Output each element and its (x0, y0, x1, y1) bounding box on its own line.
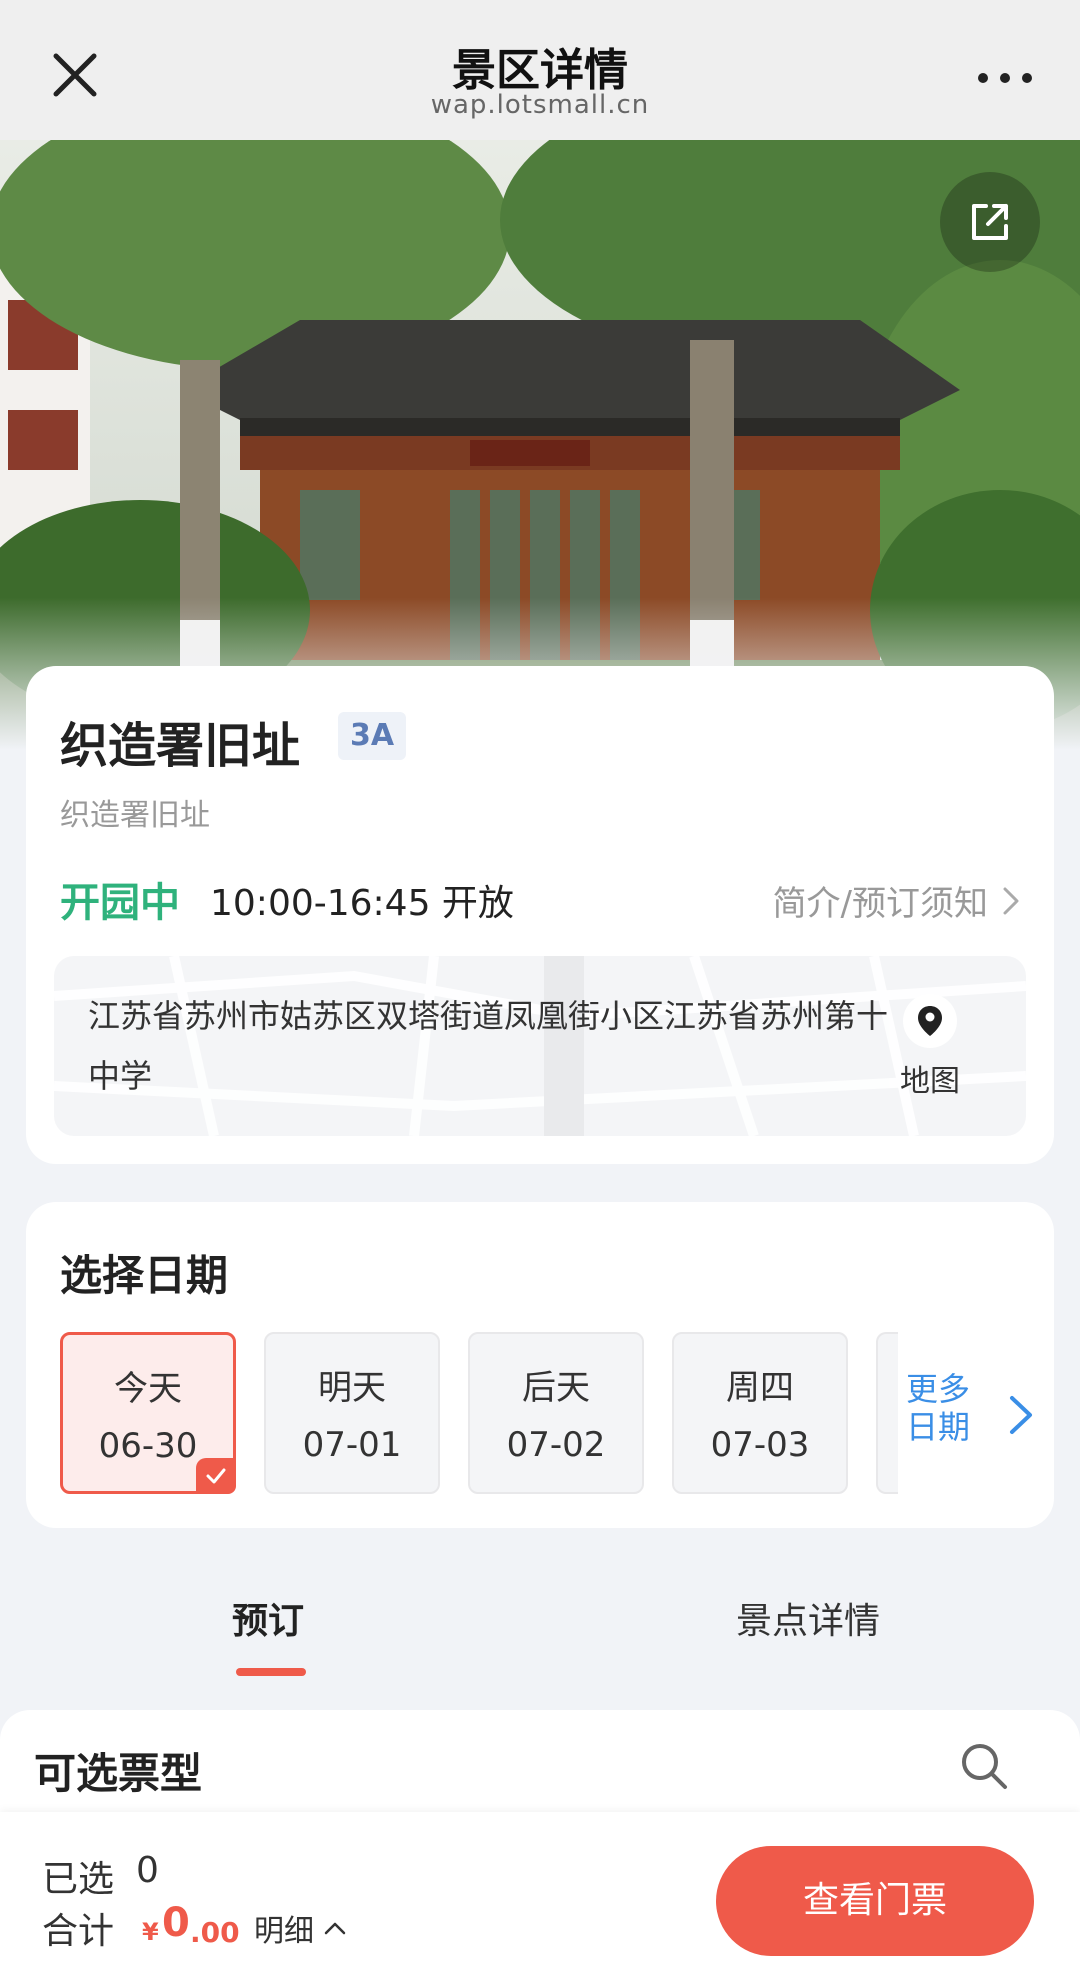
ticket-types-title: 可选票型 (34, 1749, 203, 1798)
bottom-action-bar: 已选 0 合计 ¥ 0 .00 明细 查看门票 (0, 1812, 1080, 1980)
intro-link[interactable]: 简介/预订须知 (773, 876, 1020, 925)
map-label: 地图 (900, 1064, 960, 1099)
address-box[interactable]: 江苏省苏州市姑苏区双塔街道凤凰街小区江苏省苏州第十中学 地图 (54, 956, 1026, 1136)
open-hours: 10:00-16:45 开放 (210, 883, 514, 924)
spot-subtitle: 织造署旧址 (60, 798, 210, 833)
selected-check (196, 1458, 236, 1494)
price-currency: ¥ (142, 1918, 159, 1946)
date-option-thursday[interactable]: 周四 07-03 (672, 1332, 848, 1494)
date-option-day-after[interactable]: 后天 07-02 (468, 1332, 644, 1494)
date-option-label: 周四 (726, 1368, 794, 1408)
date-picker-card: 选择日期 今天 06-30 明天 07-01 后天 07-02 周四 07-03… (26, 1202, 1054, 1528)
date-option-date: 07-02 (506, 1425, 606, 1465)
date-picker-title: 选择日期 (60, 1251, 229, 1300)
hero-image (0, 140, 1080, 750)
chevron-right-icon[interactable] (1006, 1390, 1036, 1440)
chevron-up-icon (324, 1922, 346, 1935)
price-decimal: .00 (190, 1916, 240, 1949)
map-button[interactable]: 地图 (880, 994, 980, 1100)
date-option-date: 07-01 (302, 1425, 402, 1465)
spot-name: 织造署旧址 (60, 718, 301, 774)
location-pin-icon (918, 1006, 942, 1036)
price-detail-label: 明细 (254, 1914, 314, 1949)
date-option-date: 07-03 (710, 1425, 810, 1465)
selected-count: 0 (136, 1850, 159, 1891)
view-tickets-button[interactable]: 查看门票 (716, 1846, 1034, 1956)
page-url: wap.lotsmall.cn (430, 90, 650, 120)
nav-bar: 景区详情 wap.lotsmall.cn (0, 0, 1080, 140)
date-option-today[interactable]: 今天 06-30 (60, 1332, 236, 1494)
total-label: 合计 (42, 1911, 115, 1952)
more-icon[interactable] (970, 58, 1040, 98)
share-button[interactable] (940, 172, 1040, 272)
open-status: 开园中 (60, 880, 180, 926)
ticket-types-section: 可选票型 (0, 1710, 1080, 1820)
page-title: 景区详情 (452, 45, 628, 96)
date-option-label: 后天 (522, 1368, 590, 1408)
level-badge: 3A (338, 712, 407, 760)
active-tab-indicator (236, 1668, 306, 1676)
selected-label: 已选 (42, 1859, 115, 1900)
price-detail-toggle[interactable]: 明细 (254, 1906, 346, 1950)
tab-spot-detail[interactable]: 景点详情 (736, 1592, 880, 1644)
date-option-tomorrow[interactable]: 明天 07-01 (264, 1332, 440, 1494)
date-option-label: 明天 (318, 1368, 386, 1408)
address-text: 江苏省苏州市姑苏区双塔街道凤凰街小区江苏省苏州第十中学 (88, 997, 889, 1095)
more-dates-line1: 更多 (906, 1370, 971, 1408)
intro-link-label: 简介/预订须知 (772, 884, 988, 924)
date-option-partial (876, 1332, 898, 1494)
more-dates-button[interactable]: 更多 日期 (906, 1370, 970, 1446)
chevron-right-icon (1003, 887, 1019, 914)
price-integer: 0 (162, 1900, 190, 1946)
tab-booking[interactable]: 预订 (232, 1592, 304, 1644)
date-option-label: 今天 (114, 1369, 182, 1409)
check-icon (206, 1468, 226, 1484)
more-dates-line2: 日期 (906, 1408, 971, 1446)
spot-info-card: 织造署旧址 3A 织造署旧址 开园中 10:00-16:45 开放 简介/预订须… (26, 666, 1054, 1164)
share-icon (972, 204, 1008, 240)
search-icon[interactable] (958, 1740, 1010, 1792)
